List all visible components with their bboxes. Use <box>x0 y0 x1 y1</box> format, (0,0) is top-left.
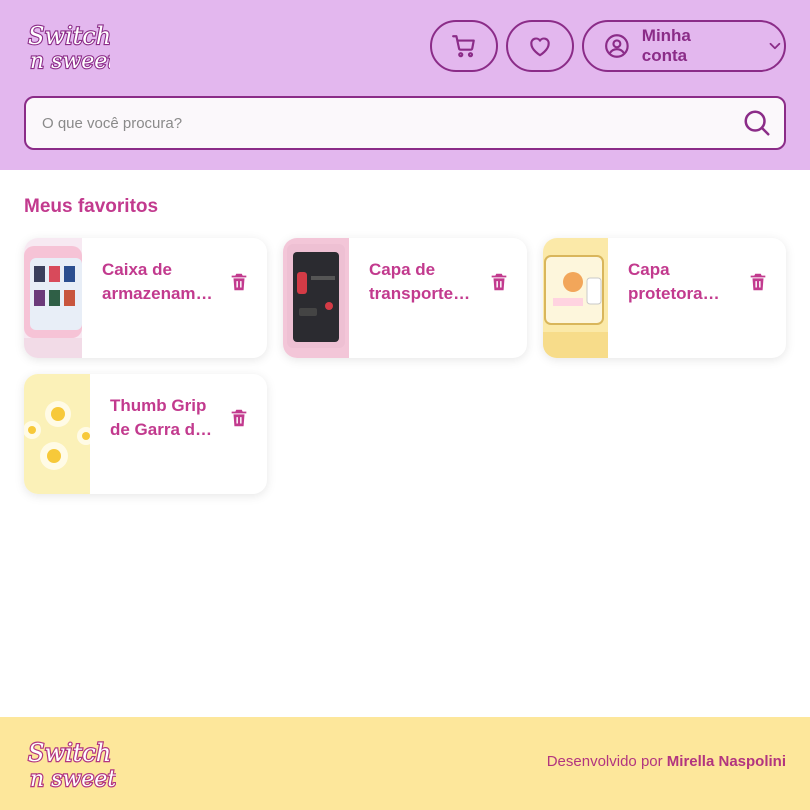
account-label: Minha conta <box>641 26 691 65</box>
header: Switch n sweet Minha conta <box>0 0 810 170</box>
trash-icon[interactable] <box>747 270 769 294</box>
developer-credit: Desenvolvido por Mirella Naspolini <box>547 753 786 770</box>
favorites-button[interactable] <box>506 20 574 72</box>
page-title: Meus favoritos <box>24 196 159 217</box>
favorite-card[interactable]: Capa protetora Switch <box>543 238 786 358</box>
favorite-card[interactable]: Caixa de armazenamento para jogos <box>24 238 267 358</box>
search-input[interactable] <box>42 98 722 148</box>
trash-icon[interactable] <box>488 270 510 294</box>
product-image <box>24 238 82 358</box>
cart-icon <box>452 35 475 58</box>
cart-button[interactable] <box>430 20 498 72</box>
favorite-card[interactable]: Capa de transporte para Switch <box>283 238 527 358</box>
product-title[interactable]: Thumb Grip de Garra de Gato <box>110 394 220 442</box>
footer: Switch n sweet Desenvolvido por Mirella … <box>0 717 810 810</box>
svg-text:n sweet: n sweet <box>30 49 110 72</box>
search-icon <box>744 110 770 136</box>
svg-text:Switch: Switch <box>28 22 110 50</box>
heart-icon <box>530 37 550 57</box>
trash-icon[interactable] <box>228 270 250 294</box>
favorite-card[interactable]: Thumb Grip de Garra de Gato <box>24 374 267 494</box>
user-circle-icon <box>605 34 629 58</box>
product-image <box>283 238 349 358</box>
credit-prefix: Desenvolvido por <box>546 753 663 770</box>
account-menu-button[interactable]: Minha conta <box>582 20 786 72</box>
brand-logo[interactable]: Switch n sweet <box>24 20 110 72</box>
svg-text:n sweet: n sweet <box>30 767 116 791</box>
trash-icon[interactable] <box>228 406 250 430</box>
search-button[interactable] <box>742 108 772 143</box>
footer-logo[interactable]: Switch n sweet <box>24 737 116 791</box>
search-bar <box>24 96 786 150</box>
product-title[interactable]: Caixa de armazenamento para jogos <box>102 258 220 306</box>
chevron-down-icon <box>769 42 781 50</box>
svg-text:Switch: Switch <box>28 739 111 767</box>
product-title[interactable]: Capa de transporte para Switch <box>369 258 479 306</box>
product-image <box>543 238 608 358</box>
product-image <box>24 374 90 494</box>
developer-name-link[interactable]: Mirella Naspolini <box>667 753 786 770</box>
product-title[interactable]: Capa protetora Switch <box>628 258 734 306</box>
